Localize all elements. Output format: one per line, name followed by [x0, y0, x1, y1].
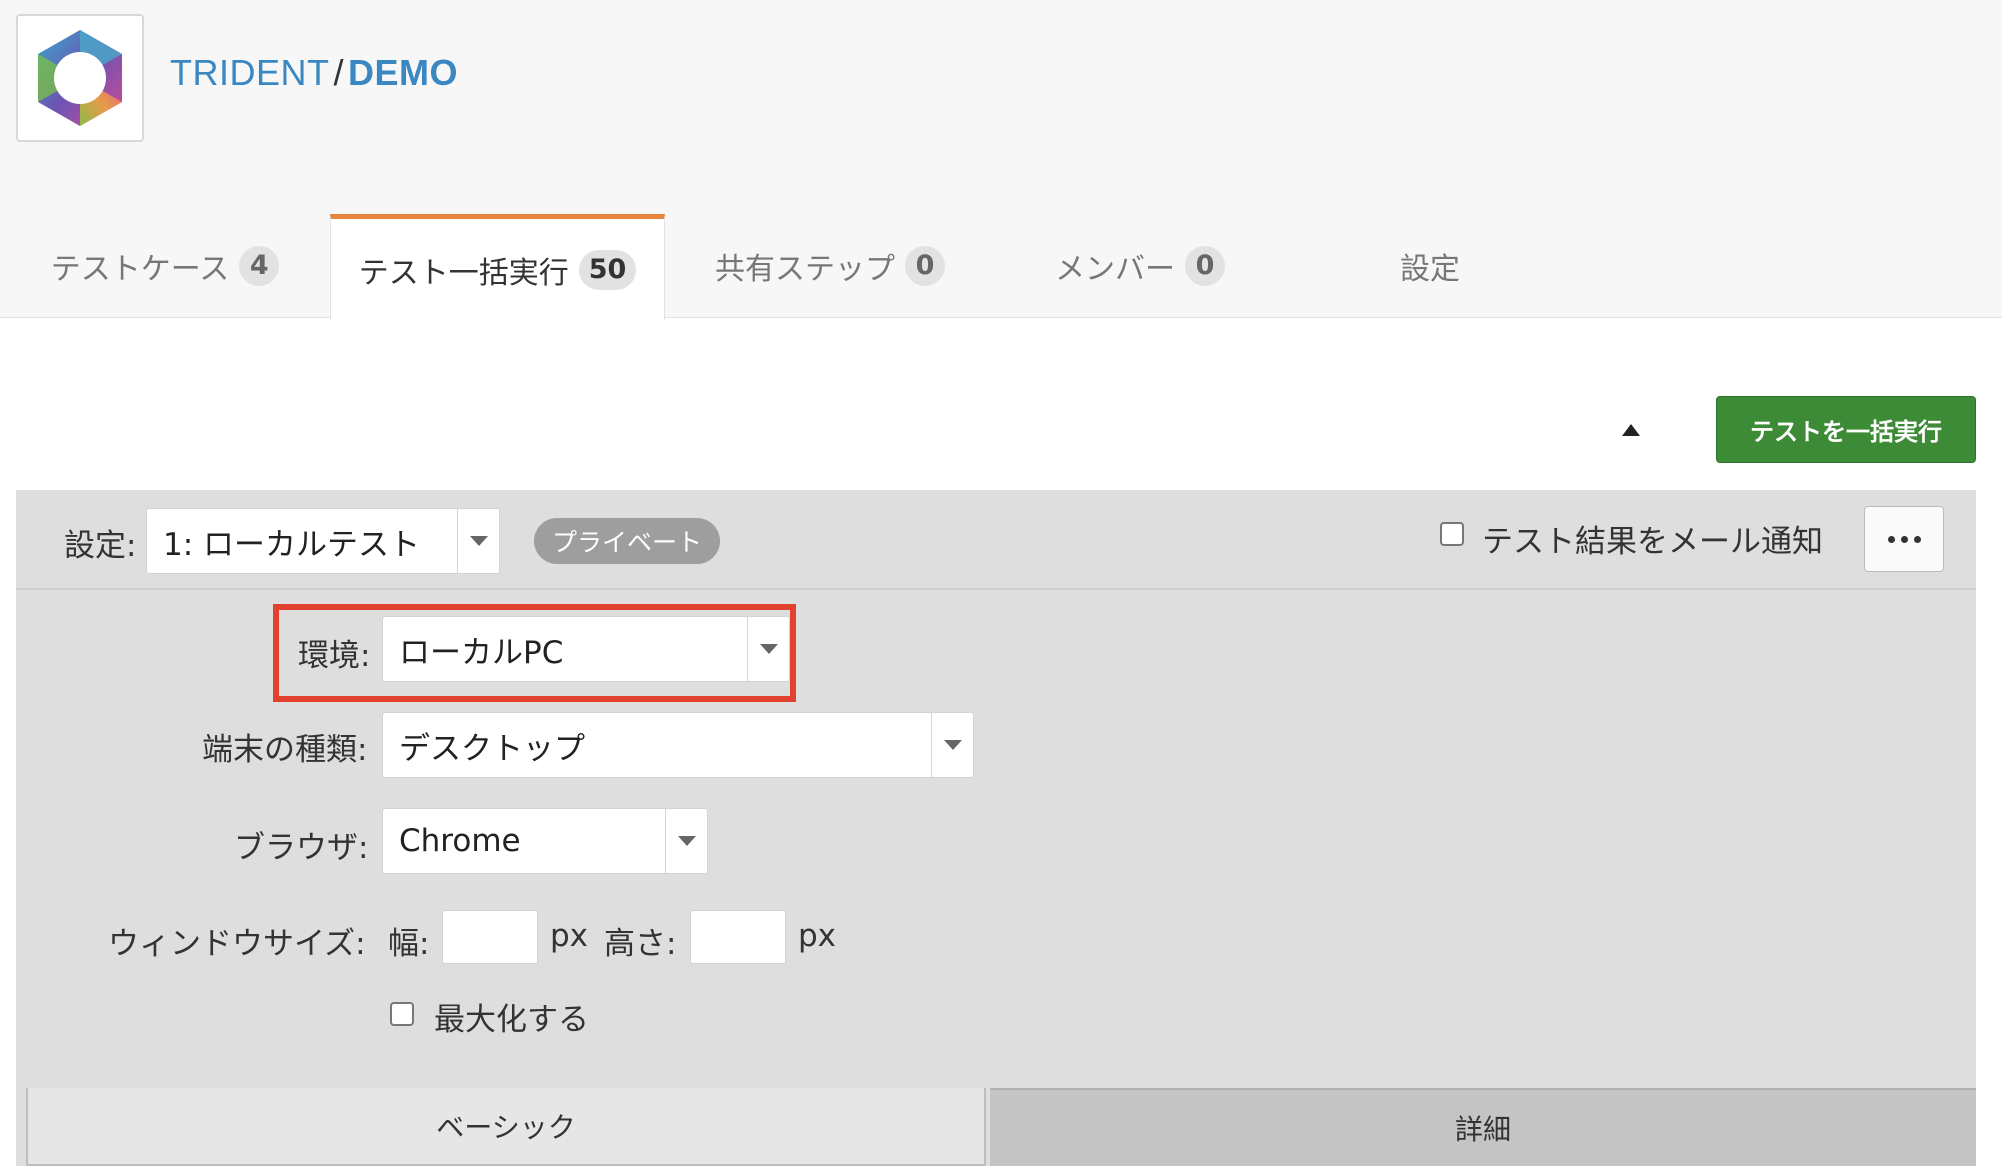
maximize-checkbox[interactable] [390, 1002, 414, 1026]
tab-basic[interactable]: ベーシック [26, 1088, 986, 1166]
ellipsis-icon [1887, 535, 1895, 543]
window-size-label: ウィンドウサイズ: [108, 926, 366, 962]
settings-bar: 設定: 1: ローカルテスト プライベート テスト結果をメール通知 [16, 490, 1976, 590]
run-all-button[interactable]: テストを一括実行 [1716, 396, 1976, 463]
trident-logo[interactable] [16, 14, 144, 142]
width-unit: px [550, 918, 589, 954]
tab-settings[interactable]: 設定 [1285, 214, 1575, 318]
project-breadcrumb: TRIDENT / DEMO [170, 52, 458, 94]
device-type-select[interactable]: デスクトップ [382, 712, 974, 778]
count-badge: 0 [1185, 246, 1225, 286]
trident-logo-icon [38, 30, 122, 126]
device-type-label: 端末の種類: [202, 732, 368, 768]
settings-select[interactable]: 1: ローカルテスト [146, 508, 500, 574]
tab-shared-steps[interactable]: 共有ステップ 0 [665, 214, 995, 318]
width-label: 幅: [388, 926, 430, 962]
width-input[interactable] [442, 910, 538, 964]
email-notify-checkbox[interactable] [1440, 522, 1464, 546]
tab-members[interactable]: メンバー 0 [995, 214, 1285, 318]
tab-label: テスト一括実行 [358, 255, 569, 291]
org-link[interactable]: TRIDENT [170, 52, 330, 93]
count-badge: 50 [578, 249, 637, 290]
tab-label: 共有ステップ [715, 252, 895, 287]
more-options-button[interactable] [1864, 506, 1944, 572]
height-unit: px [798, 918, 837, 954]
breadcrumb-separator: / [333, 52, 345, 93]
visibility-badge: プライベート [534, 518, 721, 564]
batch-run-panel: 設定: 1: ローカルテスト プライベート テスト結果をメール通知 環境: ロー… [16, 490, 1976, 1166]
device-type-select-value: デスクトップ [399, 730, 585, 767]
height-input[interactable] [690, 910, 786, 964]
app-header: TRIDENT / DEMO テストケース 4 テスト一括実行 50 共有ステップ … [0, 0, 2002, 320]
height-label: 高さ: [604, 926, 677, 962]
count-badge: 0 [905, 246, 945, 286]
project-link[interactable]: DEMO [348, 52, 458, 93]
tab-details[interactable]: 詳細 [990, 1088, 1976, 1166]
triangle-up-icon[interactable] [1620, 422, 1642, 438]
tab-label: メンバー [1055, 252, 1175, 287]
settings-label: 設定: [64, 528, 137, 564]
chevron-down-icon [665, 809, 707, 873]
count-badge: 4 [239, 246, 280, 286]
chevron-down-icon [457, 509, 499, 573]
tab-test-cases[interactable]: テストケース 4 [0, 214, 330, 318]
main-tabs: テストケース 4 テスト一括実行 50 共有ステップ 0 メンバー 0 設定 [0, 214, 1600, 320]
browser-select-value: Chrome [399, 823, 521, 859]
tab-label: テストケース [50, 252, 230, 287]
chevron-down-icon [931, 713, 973, 777]
tab-batch-run[interactable]: テスト一括実行 50 [330, 214, 665, 320]
browser-label: ブラウザ: [234, 830, 369, 866]
email-notify-label[interactable]: テスト結果をメール通知 [1482, 516, 1823, 561]
browser-select[interactable]: Chrome [382, 808, 708, 874]
maximize-label[interactable]: 最大化する [434, 994, 589, 1039]
tab-label: 設定 [1400, 252, 1460, 287]
highlight-box [273, 604, 796, 702]
settings-select-value: 1: ローカルテスト [163, 526, 421, 563]
